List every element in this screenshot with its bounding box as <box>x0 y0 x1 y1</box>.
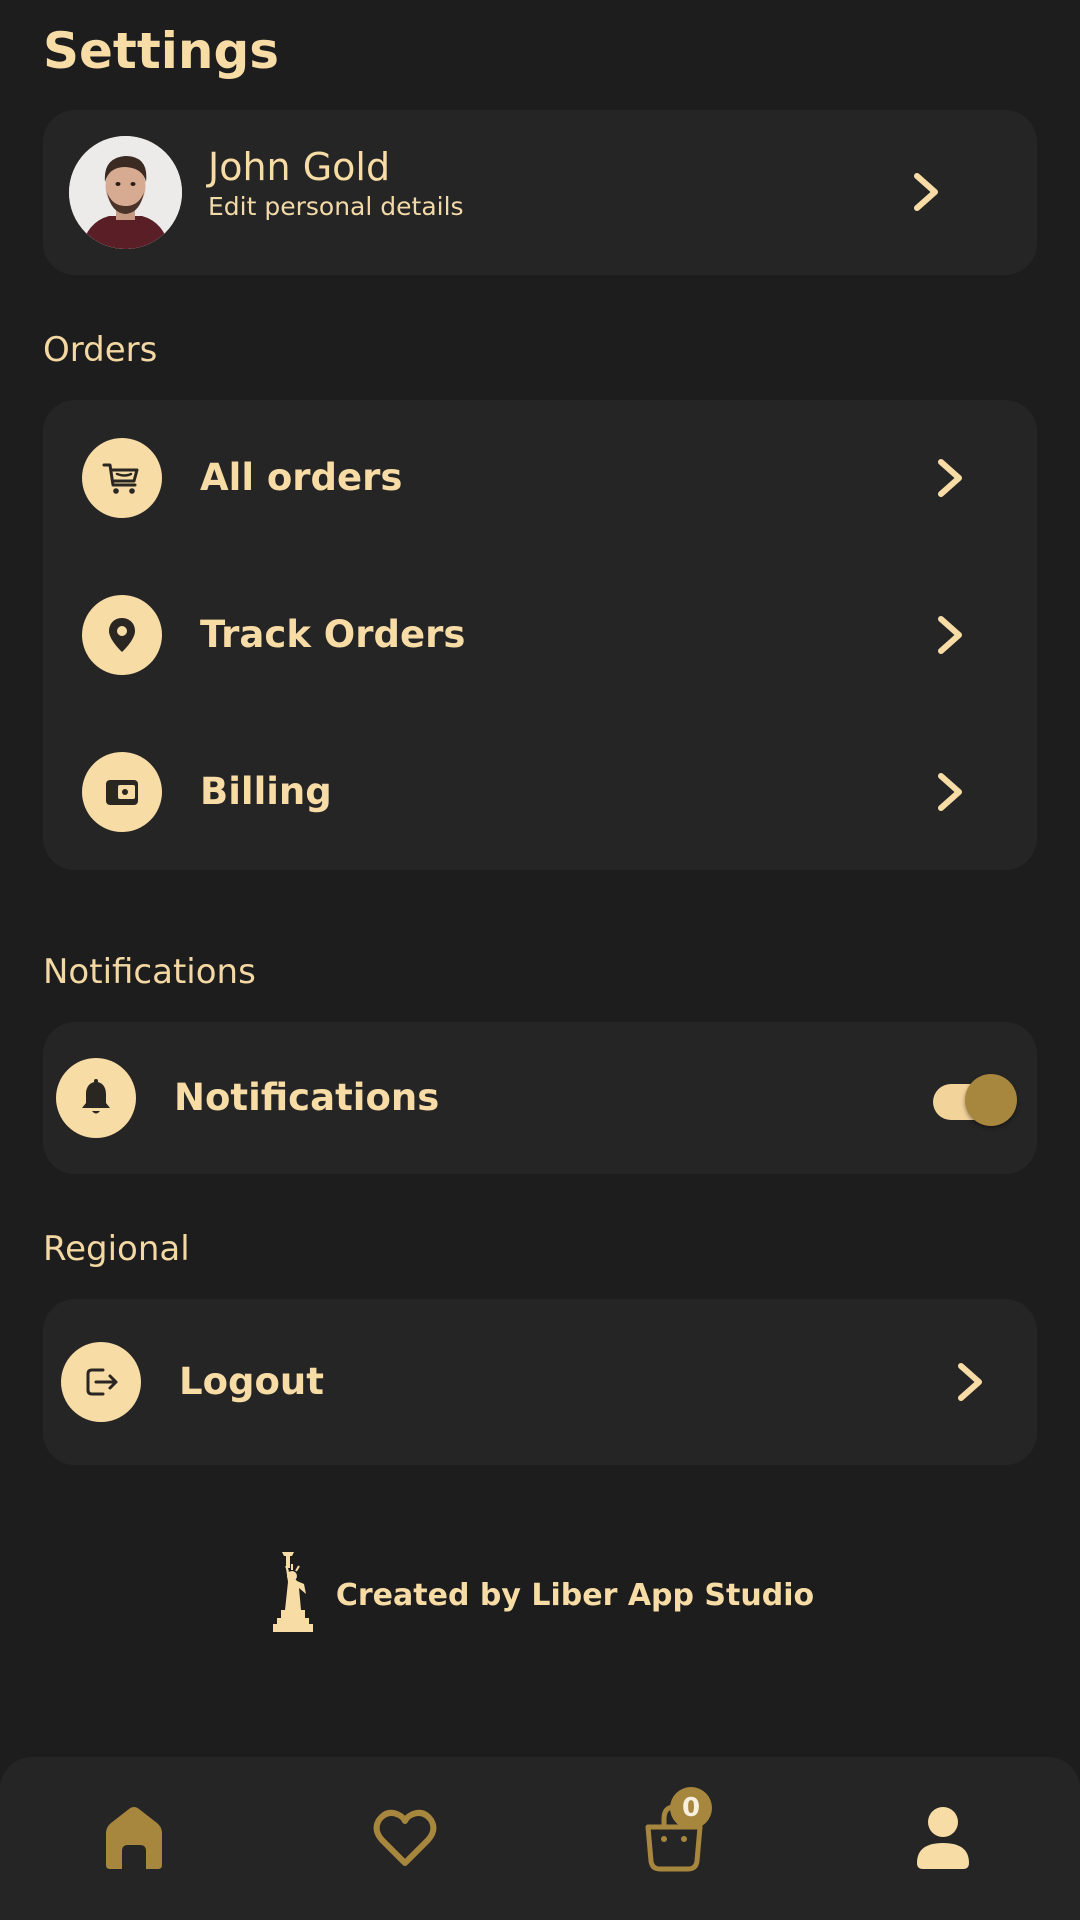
heart-icon[interactable] <box>365 1797 445 1877</box>
settings-item-label: Track Orders <box>200 613 466 656</box>
profile-icon[interactable] <box>903 1797 983 1877</box>
notifications-card: Notifications <box>43 1022 1037 1174</box>
profile-subtitle: Edit personal details <box>208 192 464 221</box>
cart-count-badge: 0 <box>670 1787 712 1829</box>
profile-card[interactable]: John Gold Edit personal details <box>43 110 1037 275</box>
settings-item-label: Billing <box>200 770 332 813</box>
bottom-nav: 0 <box>0 1757 1080 1920</box>
chevron-right-icon <box>935 770 965 814</box>
orders-card: All orders Track Orders Billing <box>43 400 1037 870</box>
section-label-regional: Regional <box>43 1229 190 1269</box>
home-icon[interactable] <box>94 1797 174 1877</box>
settings-item-billing[interactable]: Billing <box>43 732 1037 852</box>
settings-item-logout[interactable]: Logout <box>43 1322 1037 1442</box>
settings-item-label: Logout <box>179 1360 324 1403</box>
toggle-thumb <box>965 1074 1017 1126</box>
location-pin-icon <box>82 595 162 675</box>
notifications-label: Notifications <box>174 1076 440 1119</box>
chevron-right-icon <box>935 456 965 500</box>
credit-text: Created by Liber App Studio <box>335 1577 815 1613</box>
section-label-notifications: Notifications <box>43 952 256 992</box>
wallet-icon <box>82 752 162 832</box>
chevron-right-icon <box>911 170 941 214</box>
section-label-orders: Orders <box>43 330 158 370</box>
footer-credit: Created by Liber App Studio <box>0 1550 1080 1640</box>
avatar <box>69 136 182 249</box>
cart-icon <box>82 438 162 518</box>
page-title: Settings <box>43 22 280 80</box>
profile-name: John Gold <box>208 145 391 189</box>
settings-item-track-orders[interactable]: Track Orders <box>43 575 1037 695</box>
chevron-right-icon <box>935 613 965 657</box>
notifications-toggle[interactable] <box>933 1070 1019 1126</box>
settings-item-all-orders[interactable]: All orders <box>43 418 1037 538</box>
logout-icon <box>61 1342 141 1422</box>
bell-icon <box>56 1058 136 1138</box>
bag-icon[interactable]: 0 <box>634 1787 714 1877</box>
statue-of-liberty-icon <box>266 1550 316 1640</box>
chevron-right-icon <box>955 1360 985 1404</box>
regional-card: Logout <box>43 1299 1037 1465</box>
settings-item-label: All orders <box>200 456 403 499</box>
